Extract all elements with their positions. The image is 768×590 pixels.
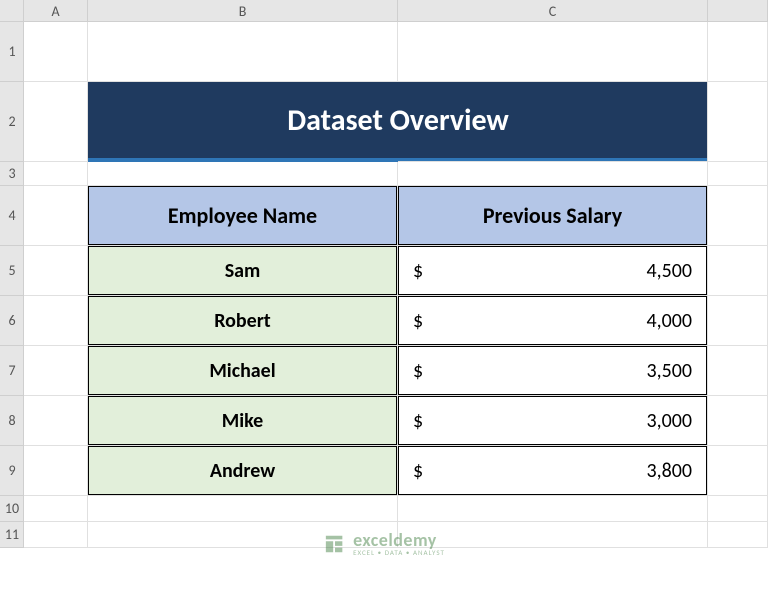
row-header-11[interactable]: 11 xyxy=(0,522,24,548)
employee-name: Sam xyxy=(88,246,397,295)
col-header-a[interactable]: A xyxy=(24,0,88,22)
salary-cell: $ 3,500 xyxy=(398,346,707,395)
cell-b2[interactable]: Dataset Overview xyxy=(88,82,398,162)
row-header-4[interactable]: 4 xyxy=(0,186,24,246)
cell-rest-11 xyxy=(708,522,768,548)
cell-b5[interactable]: Sam xyxy=(88,246,398,296)
cell-a8[interactable] xyxy=(24,396,88,446)
cell-b4[interactable]: Employee Name xyxy=(88,186,398,246)
salary-cell: $ 3,000 xyxy=(398,396,707,445)
cell-a7[interactable] xyxy=(24,346,88,396)
cell-c6[interactable]: $ 4,000 xyxy=(398,296,708,346)
cell-rest-9 xyxy=(708,446,768,496)
column-headers: A B C xyxy=(24,0,768,22)
cell-c10[interactable] xyxy=(398,496,708,522)
currency-symbol: $ xyxy=(413,259,423,283)
select-all-corner[interactable] xyxy=(0,0,24,22)
currency-symbol: $ xyxy=(413,359,423,383)
cell-a9[interactable] xyxy=(24,446,88,496)
spreadsheet: A B C 1 2 3 4 5 6 7 8 9 10 11 Dataset Ov… xyxy=(0,0,768,590)
currency-symbol: $ xyxy=(413,459,423,483)
cell-c5[interactable]: $ 4,500 xyxy=(398,246,708,296)
salary-amount: 4,500 xyxy=(646,259,692,283)
employee-name: Robert xyxy=(88,296,397,345)
cell-b1[interactable] xyxy=(88,22,398,82)
watermark-subtext: EXCEL • DATA • ANALYST xyxy=(353,549,445,556)
table-header-name: Employee Name xyxy=(88,186,397,245)
currency-symbol: $ xyxy=(413,309,423,333)
salary-cell: $ 4,500 xyxy=(398,246,707,295)
employee-name: Mike xyxy=(88,396,397,445)
cell-a2[interactable] xyxy=(24,82,88,162)
cell-c7[interactable]: $ 3,500 xyxy=(398,346,708,396)
cell-c1[interactable] xyxy=(398,22,708,82)
cell-c4[interactable]: Previous Salary xyxy=(398,186,708,246)
cell-a11[interactable] xyxy=(24,522,88,548)
cell-c3[interactable] xyxy=(398,162,708,186)
salary-cell: $ 4,000 xyxy=(398,296,707,345)
watermark-text: exceldemy xyxy=(353,531,445,549)
row-header-8[interactable]: 8 xyxy=(0,396,24,446)
cell-a10[interactable] xyxy=(24,496,88,522)
salary-amount: 3,800 xyxy=(646,459,692,483)
cell-rest-7 xyxy=(708,346,768,396)
cell-c2[interactable] xyxy=(398,82,708,162)
cell-b7[interactable]: Michael xyxy=(88,346,398,396)
cell-rest-4 xyxy=(708,186,768,246)
cell-b9[interactable]: Andrew xyxy=(88,446,398,496)
table-header-salary: Previous Salary xyxy=(398,186,707,245)
watermark-icon xyxy=(323,533,345,555)
cell-a5[interactable] xyxy=(24,246,88,296)
col-header-rest xyxy=(708,0,768,22)
cell-rest-8 xyxy=(708,396,768,446)
salary-cell: $ 3,800 xyxy=(398,446,707,495)
cell-a3[interactable] xyxy=(24,162,88,186)
cell-a6[interactable] xyxy=(24,296,88,346)
cell-b10[interactable] xyxy=(88,496,398,522)
cell-b6[interactable]: Robert xyxy=(88,296,398,346)
employee-name: Andrew xyxy=(88,446,397,495)
row-header-2[interactable]: 2 xyxy=(0,82,24,162)
col-header-b[interactable]: B xyxy=(88,0,398,22)
row-headers: 1 2 3 4 5 6 7 8 9 10 11 xyxy=(0,22,24,548)
salary-amount: 3,500 xyxy=(646,359,692,383)
col-header-c[interactable]: C xyxy=(398,0,708,22)
cell-c9[interactable]: $ 3,800 xyxy=(398,446,708,496)
cell-b8[interactable]: Mike xyxy=(88,396,398,446)
cell-rest-1 xyxy=(708,22,768,82)
cell-rest-5 xyxy=(708,246,768,296)
cell-a1[interactable] xyxy=(24,22,88,82)
watermark: exceldemy EXCEL • DATA • ANALYST xyxy=(323,531,445,556)
row-header-10[interactable]: 10 xyxy=(0,496,24,522)
cell-b3[interactable] xyxy=(88,162,398,186)
row-header-1[interactable]: 1 xyxy=(0,22,24,82)
salary-amount: 4,000 xyxy=(646,309,692,333)
cell-rest-3 xyxy=(708,162,768,186)
cell-a4[interactable] xyxy=(24,186,88,246)
currency-symbol: $ xyxy=(413,409,423,433)
row-header-6[interactable]: 6 xyxy=(0,296,24,346)
cell-rest-10 xyxy=(708,496,768,522)
row-header-7[interactable]: 7 xyxy=(0,346,24,396)
cell-rest-6 xyxy=(708,296,768,346)
cell-rest-2 xyxy=(708,82,768,162)
row-header-9[interactable]: 9 xyxy=(0,446,24,496)
row-header-3[interactable]: 3 xyxy=(0,162,24,186)
employee-name: Michael xyxy=(88,346,397,395)
row-header-5[interactable]: 5 xyxy=(0,246,24,296)
salary-amount: 3,000 xyxy=(646,409,692,433)
grid-area: Dataset Overview Employee Name Previous … xyxy=(24,22,768,590)
cell-c8[interactable]: $ 3,000 xyxy=(398,396,708,446)
